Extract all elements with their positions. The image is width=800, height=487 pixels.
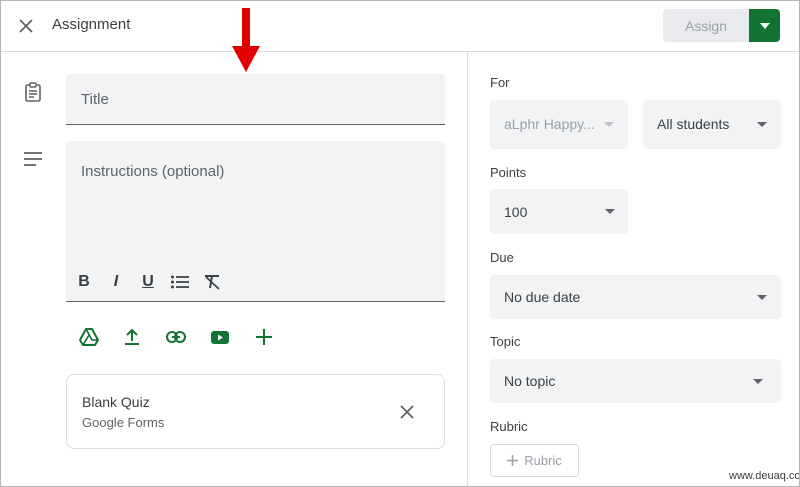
clipboard-icon xyxy=(25,82,41,102)
watermark: www.deuaq.com xyxy=(729,470,800,482)
class-select[interactable]: aLphr Happy... xyxy=(490,100,628,149)
panel-divider xyxy=(467,52,468,486)
attachment-card[interactable]: Blank Quiz Google Forms xyxy=(66,374,445,449)
assign-options-button[interactable] xyxy=(749,9,780,42)
caret-down-icon xyxy=(757,295,767,300)
close-icon xyxy=(400,405,414,419)
upload-icon xyxy=(125,328,139,345)
due-value: No due date xyxy=(504,289,581,305)
caret-down-icon xyxy=(604,122,614,127)
close-icon xyxy=(19,19,33,33)
bold-label: B xyxy=(78,273,90,290)
bulleted-list-button[interactable] xyxy=(170,271,190,293)
google-drive-icon xyxy=(79,328,99,346)
add-link-button[interactable] xyxy=(165,326,187,348)
topic-label: Topic xyxy=(490,334,521,349)
clear-formatting-icon xyxy=(205,275,220,290)
link-icon xyxy=(166,331,186,343)
students-select[interactable]: All students xyxy=(643,100,781,149)
topic-value: No topic xyxy=(504,373,556,389)
due-label: Due xyxy=(490,250,514,265)
points-label: Points xyxy=(490,165,527,180)
points-select[interactable]: 100 xyxy=(490,189,628,234)
close-button[interactable] xyxy=(13,13,39,39)
add-icon xyxy=(507,455,519,466)
instructions-placeholder: Instructions (optional) xyxy=(81,163,225,180)
instructions-input[interactable]: Instructions (optional) B I U xyxy=(66,141,445,302)
due-date-select[interactable]: No due date xyxy=(490,275,781,319)
add-icon xyxy=(256,329,272,345)
class-value: aLphr Happy... xyxy=(504,116,595,132)
italic-button[interactable]: I xyxy=(106,271,126,293)
topic-select[interactable]: No topic xyxy=(490,359,781,403)
for-label: For xyxy=(490,75,510,90)
annotation-arrow-icon xyxy=(232,8,260,72)
attachment-type: Google Forms xyxy=(82,415,165,430)
upload-file-button[interactable] xyxy=(121,326,143,348)
add-rubric-button[interactable]: Rubric xyxy=(490,444,579,477)
page-title: Assignment xyxy=(52,16,131,33)
students-value: All students xyxy=(657,116,730,132)
caret-down-icon xyxy=(605,209,615,214)
italic-label: I xyxy=(113,273,119,290)
youtube-icon xyxy=(211,330,229,344)
underline-button[interactable]: U xyxy=(138,271,158,293)
caret-down-icon xyxy=(757,122,767,127)
add-youtube-button[interactable] xyxy=(209,326,231,348)
title-input[interactable]: Title xyxy=(66,74,445,125)
caret-down-icon xyxy=(753,379,763,384)
add-drive-file-button[interactable] xyxy=(78,326,100,348)
description-icon xyxy=(24,152,42,166)
header-bar: Assignment Assign xyxy=(1,1,799,52)
clear-formatting-button[interactable] xyxy=(203,271,223,293)
assignment-window: Assignment Assign Title Instructions (op… xyxy=(0,0,800,487)
rubric-label: Rubric xyxy=(490,419,528,434)
remove-attachment-button[interactable] xyxy=(397,402,417,422)
create-new-button[interactable] xyxy=(253,326,275,348)
title-placeholder: Title xyxy=(81,91,109,108)
underline-label: U xyxy=(142,273,154,290)
assign-button[interactable]: Assign xyxy=(663,9,749,42)
attachment-title: Blank Quiz xyxy=(82,394,150,410)
caret-down-icon xyxy=(759,22,770,29)
bold-button[interactable]: B xyxy=(74,271,94,293)
bulleted-list-icon xyxy=(171,275,189,289)
rubric-button-label: Rubric xyxy=(524,453,562,468)
points-value: 100 xyxy=(504,204,528,220)
